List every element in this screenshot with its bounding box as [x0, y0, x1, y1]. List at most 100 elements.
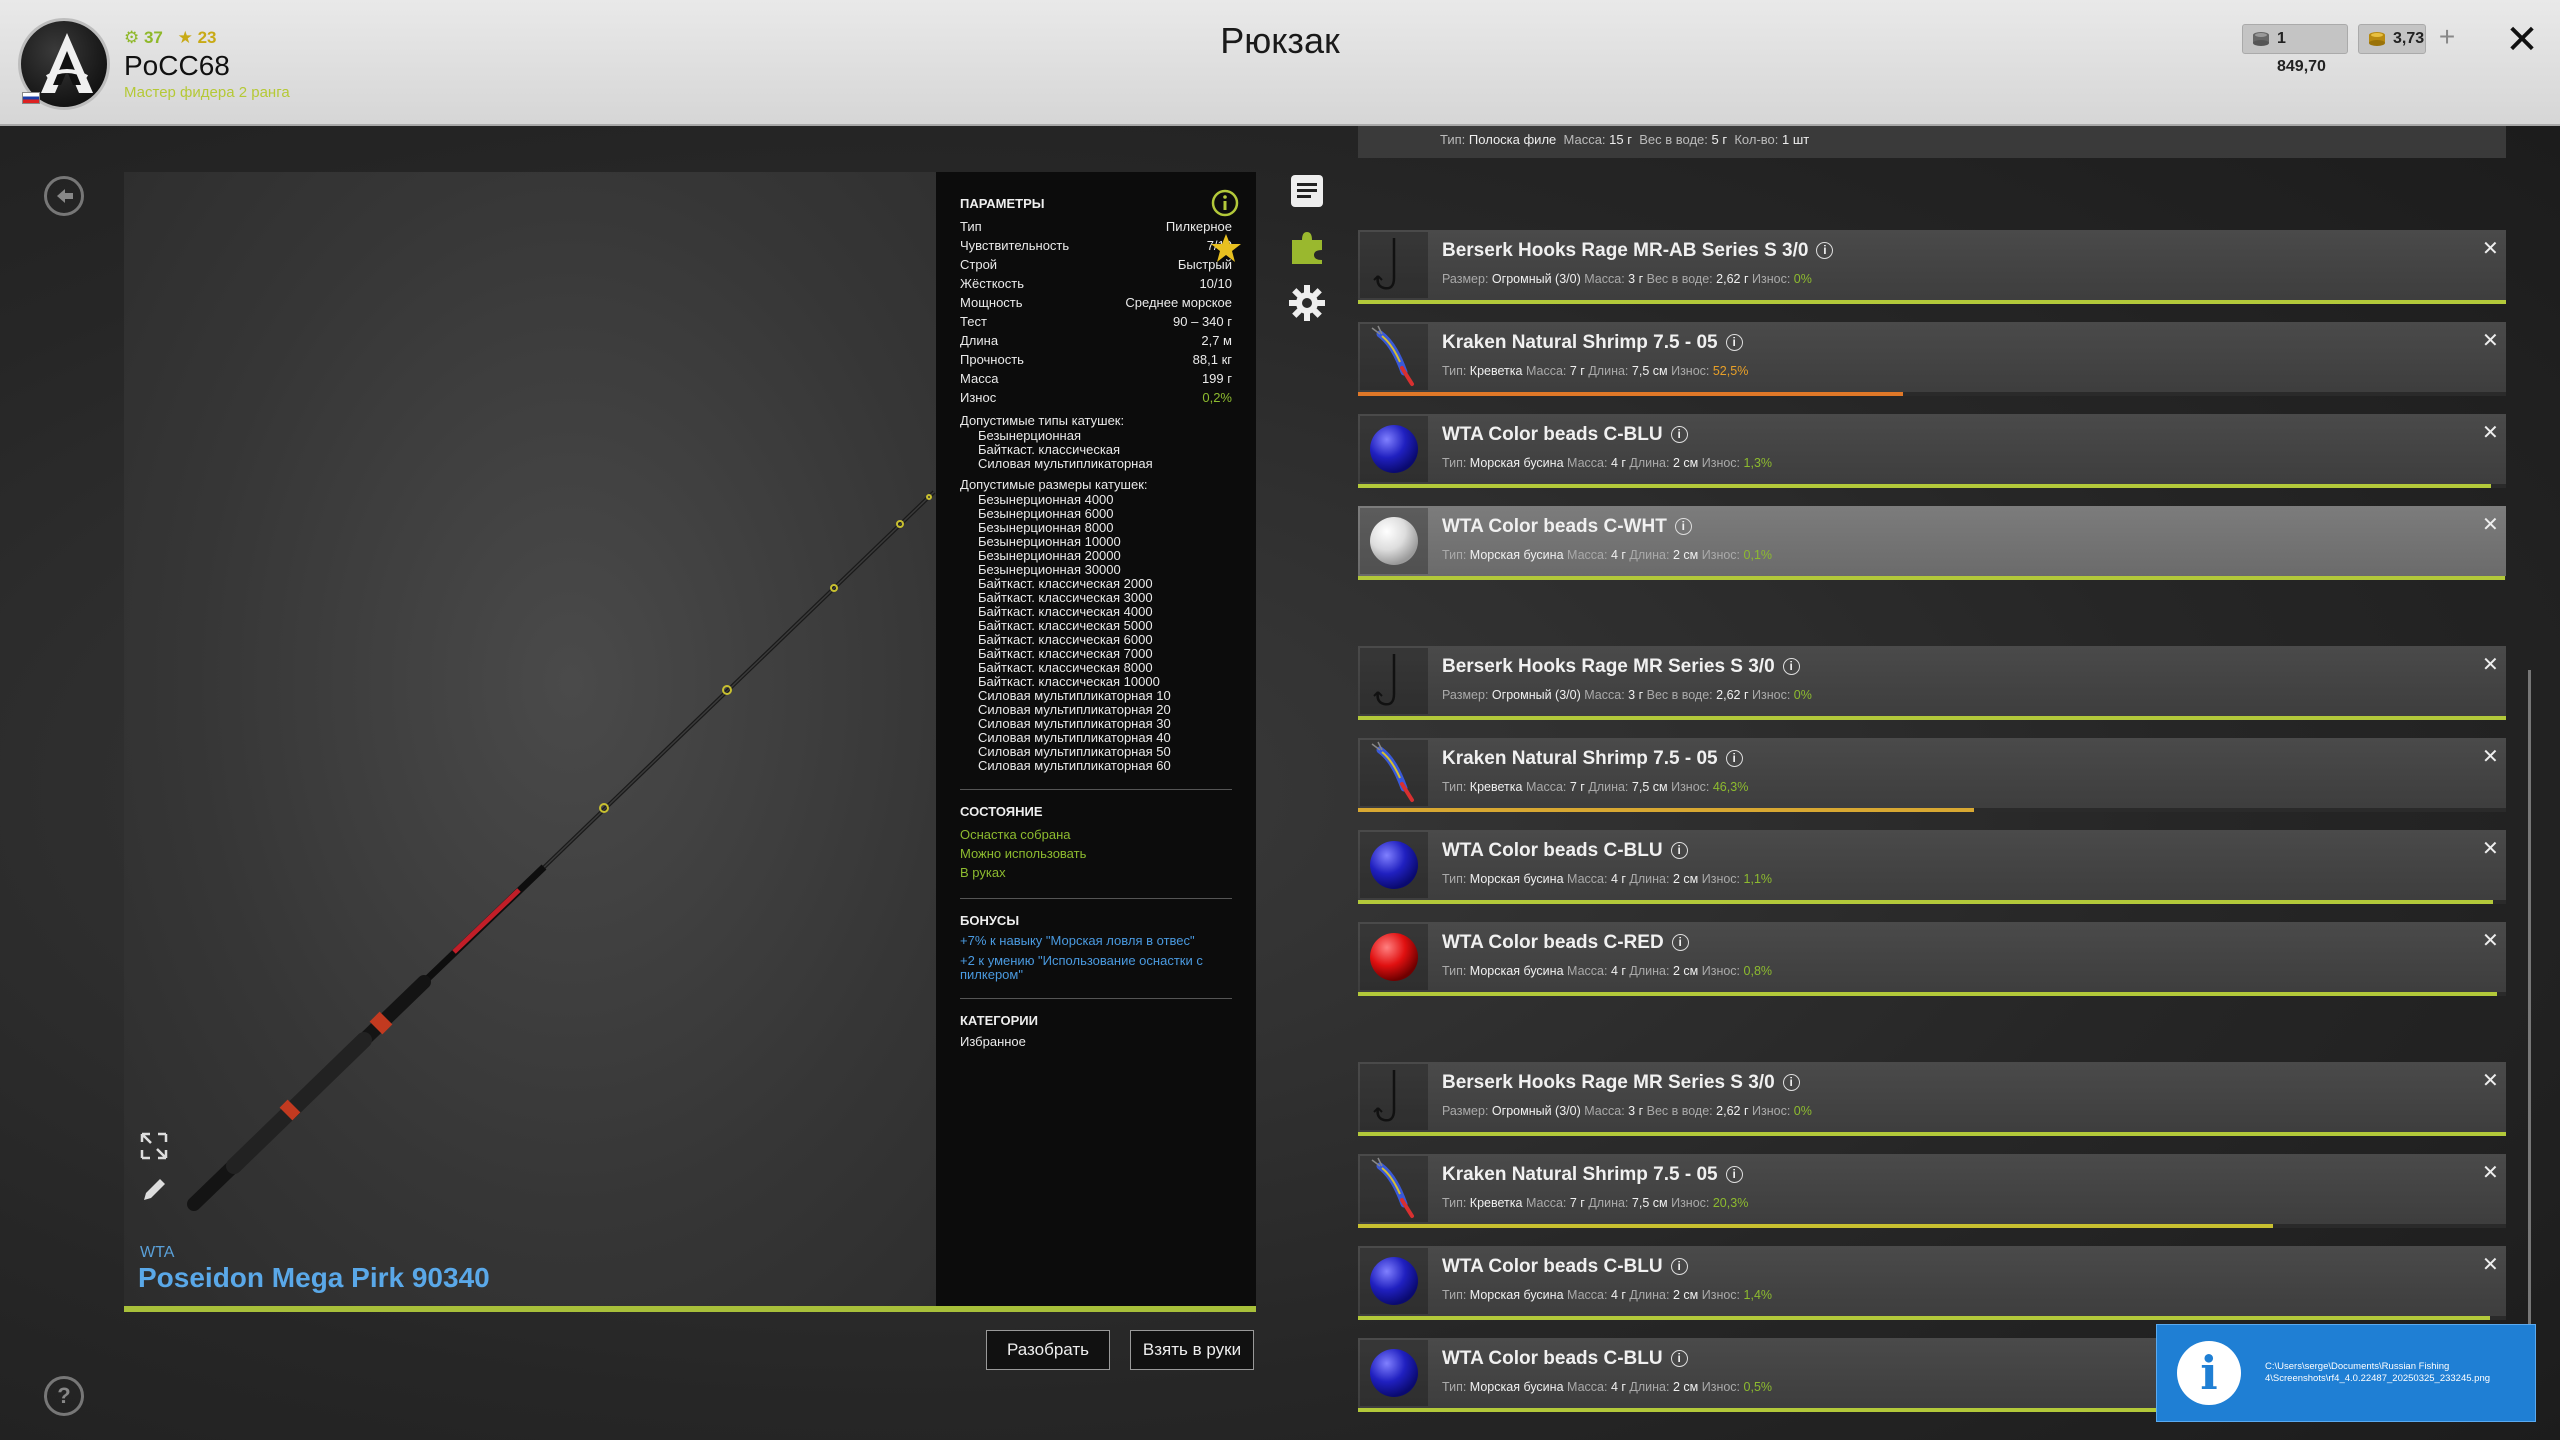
- description-icon[interactable]: [1288, 172, 1326, 210]
- remove-item-button[interactable]: ✕: [2482, 1160, 2499, 1185]
- remove-item-button[interactable]: ✕: [2482, 236, 2499, 261]
- add-currency-button[interactable]: +: [2432, 23, 2462, 54]
- reel-size-item: Байткаст. классическая 3000: [978, 590, 1153, 605]
- edit-icon[interactable]: [138, 1174, 170, 1206]
- item-info-icon[interactable]: i: [1725, 334, 1743, 351]
- item-title-text: Berserk Hooks Rage MR Series S 3/0: [1442, 1072, 1775, 1093]
- take-in-hands-button[interactable]: Взять в руки: [1130, 1330, 1254, 1370]
- stat-value: Морская бусина: [1469, 872, 1564, 886]
- param-row: Мощность Среднее морское: [960, 293, 1232, 312]
- inventory-item[interactable]: Kraken Natural Shrimp 7.5 - 05 i Тип: Крев…: [1358, 322, 2506, 396]
- back-button[interactable]: [44, 176, 84, 216]
- reel-size-item: Силовая мультипликаторная 60: [978, 758, 1171, 773]
- remove-item-button[interactable]: ✕: [2482, 1252, 2499, 1277]
- stat-value: 2 см: [1672, 456, 1699, 470]
- stat-label: Длина:: [1629, 1380, 1670, 1394]
- stat-value: 3 г: [1628, 688, 1644, 702]
- stat-value: 7 г: [1569, 364, 1585, 378]
- item-info-icon[interactable]: i: [1670, 426, 1688, 443]
- screenshot-notification[interactable]: i C:\Users\serge\Documents\Russian Fishi…: [2156, 1324, 2536, 1422]
- remove-item-button[interactable]: ✕: [2482, 420, 2499, 445]
- wear-label: Износ:: [1671, 1196, 1713, 1210]
- item-info-icon[interactable]: i: [1782, 658, 1800, 675]
- remove-item-button[interactable]: ✕: [2482, 836, 2499, 861]
- wear-label: Износ:: [1752, 272, 1794, 286]
- inventory-partial-item[interactable]: Тип: Полоска филе Масса: 15 г Вес в воде…: [1358, 126, 2506, 158]
- info-icon[interactable]: [1210, 188, 1240, 218]
- stat-label: Вес в воде:: [1646, 688, 1713, 702]
- stat-value: 7,5 см: [1631, 364, 1668, 378]
- inventory-item[interactable]: WTA Color beads C-RED i Тип: Морская бусин…: [1358, 922, 2506, 996]
- rod-preview[interactable]: [124, 172, 936, 1306]
- item-info-icon[interactable]: i: [1725, 750, 1743, 767]
- item-title: WTA Color beads C-BLU i: [1442, 1348, 1688, 1370]
- blue-bead-icon: [1370, 1257, 1418, 1305]
- item-stats: Тип: Креветка Масса: 7 г Длина: 7,5 см И…: [1442, 780, 1748, 794]
- silver-balance[interactable]: 1 849,70: [2242, 24, 2348, 75]
- param-row: Износ 0,2%: [960, 388, 1232, 407]
- inventory-item[interactable]: Berserk Hooks Rage MR-AB Series S 3/0 i Ра…: [1358, 230, 2506, 304]
- item-info-icon[interactable]: i: [1782, 1074, 1800, 1091]
- wear-value: 1,4%: [1743, 1288, 1773, 1302]
- help-button[interactable]: ?: [44, 1376, 84, 1416]
- item-info-icon[interactable]: i: [1725, 1166, 1743, 1183]
- stat-label: Масса:: [1567, 964, 1608, 978]
- wear-label: Износ:: [1701, 1288, 1744, 1302]
- inventory-item[interactable]: Kraken Natural Shrimp 7.5 - 05 i Тип: Крев…: [1358, 1154, 2506, 1228]
- wear-bar-track: [1358, 900, 2506, 904]
- param-label: Жёсткость: [960, 276, 1024, 291]
- gold-balance[interactable]: 3,73: [2358, 24, 2426, 54]
- gold-coins-icon: [2369, 32, 2385, 46]
- wear-label: Износ:: [1701, 872, 1744, 886]
- category-heading: КАТЕГОРИИ: [960, 1013, 1038, 1028]
- favorite-star-icon[interactable]: [1210, 232, 1242, 264]
- stat-label: Масса:: [1567, 1380, 1608, 1394]
- close-button[interactable]: ✕: [2500, 18, 2544, 62]
- stat-label: Масса:: [1525, 780, 1567, 794]
- item-info-icon[interactable]: i: [1816, 242, 1834, 259]
- inventory-item[interactable]: WTA Color beads C-WHT i Тип: Морская бусин…: [1358, 506, 2506, 580]
- inventory-item[interactable]: Berserk Hooks Rage MR Series S 3/0 i Разме…: [1358, 1062, 2506, 1136]
- item-title: Kraken Natural Shrimp 7.5 - 05 i: [1442, 748, 1743, 770]
- inventory-item[interactable]: WTA Color beads C-BLU i Тип: Морская бусин…: [1358, 830, 2506, 904]
- item-info-icon[interactable]: i: [1671, 934, 1689, 951]
- wear-bar: [1358, 992, 2497, 996]
- inventory-item[interactable]: WTA Color beads C-BLU i Тип: Морская бусин…: [1358, 414, 2506, 488]
- shrimp-lure-icon: [1371, 741, 1414, 802]
- item-title: Kraken Natural Shrimp 7.5 - 05 i: [1442, 332, 1743, 354]
- stat-label: Длина:: [1629, 548, 1670, 562]
- item-info-icon[interactable]: i: [1670, 1350, 1688, 1367]
- item-thumbnail: [1360, 924, 1428, 990]
- stat-value: 2 см: [1672, 1288, 1699, 1302]
- reel-size-item: Байткаст. классическая 6000: [978, 632, 1153, 647]
- inventory-item[interactable]: Kraken Natural Shrimp 7.5 - 05 i Тип: Крев…: [1358, 738, 2506, 812]
- puzzle-icon[interactable]: [1288, 228, 1326, 266]
- expand-icon[interactable]: [138, 1130, 170, 1162]
- inventory-item[interactable]: Berserk Hooks Rage MR Series S 3/0 i Разме…: [1358, 646, 2506, 720]
- reel-size-item: Силовая мультипликаторная 40: [978, 730, 1171, 745]
- remove-item-button[interactable]: ✕: [2482, 328, 2499, 353]
- inventory-scrollbar[interactable]: [2528, 670, 2531, 1390]
- stat-value: 4 г: [1610, 1288, 1626, 1302]
- wear-bar-track: [1358, 808, 2506, 812]
- remove-item-button[interactable]: ✕: [2482, 652, 2499, 677]
- reel-size-item: Безынерционная 20000: [978, 548, 1121, 563]
- item-info-icon[interactable]: i: [1674, 518, 1692, 535]
- top-mass-label: Масса:: [1563, 132, 1606, 147]
- item-info-icon[interactable]: i: [1670, 1258, 1688, 1275]
- wear-value: 0,8%: [1743, 964, 1773, 978]
- remove-item-button[interactable]: ✕: [2482, 1068, 2499, 1093]
- red-bead-icon: [1370, 933, 1418, 981]
- remove-item-button[interactable]: ✕: [2482, 512, 2499, 537]
- inventory-item[interactable]: WTA Color beads C-BLU i Тип: Морская бусин…: [1358, 1246, 2506, 1320]
- item-title-text: Kraken Natural Shrimp 7.5 - 05: [1442, 1164, 1718, 1185]
- item-info-icon[interactable]: i: [1670, 842, 1688, 859]
- wear-label: Износ:: [1671, 780, 1713, 794]
- item-stats: Размер: Огромный (3/0) Масса: 3 г Вес в …: [1442, 272, 1812, 286]
- disassemble-button[interactable]: Разобрать: [986, 1330, 1110, 1370]
- gear-icon[interactable]: [1288, 284, 1326, 322]
- blue-bead-icon: [1370, 1349, 1418, 1397]
- stat-label: Длина:: [1588, 364, 1629, 378]
- remove-item-button[interactable]: ✕: [2482, 744, 2499, 769]
- remove-item-button[interactable]: ✕: [2482, 928, 2499, 953]
